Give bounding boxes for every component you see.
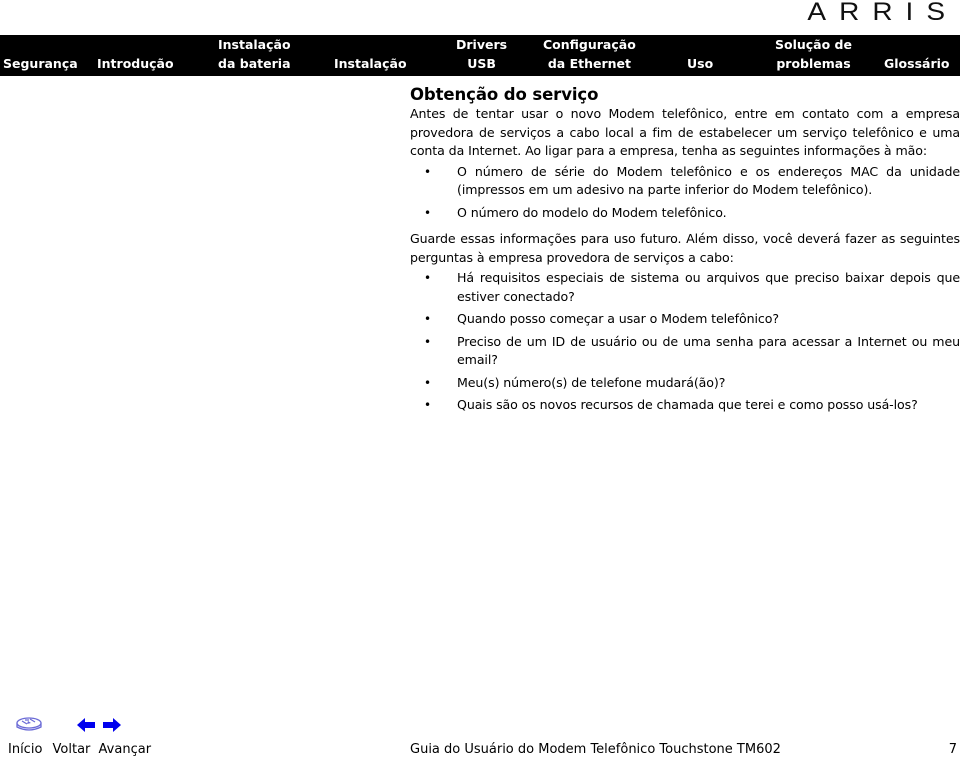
- document-title: Guia do Usuário do Modem Telefônico Touc…: [410, 742, 781, 757]
- info-list: • O número de série do Modem telefônico …: [410, 163, 960, 223]
- nav-item-line1: Solução de: [775, 37, 852, 52]
- nav-item-drivers-usb[interactable]: Drivers USB: [456, 35, 507, 73]
- bullet-icon: •: [424, 312, 431, 326]
- nav-item-line2: Segurança: [3, 56, 78, 71]
- list-item: • Há requisitos especiais de sistema ou …: [410, 269, 960, 306]
- nav-item-line1: [687, 35, 713, 54]
- nav-item-line2: Glossário: [884, 56, 950, 71]
- nav-item-glossario[interactable]: Glossário: [884, 35, 950, 73]
- nav-item-line2: Introdução: [97, 56, 174, 71]
- arrow-left-icon[interactable]: [77, 718, 95, 732]
- nav-item-seguranca[interactable]: Segurança: [3, 35, 78, 73]
- section-title: Obtenção do serviço: [410, 85, 599, 104]
- questions-intro-paragraph: Guarde essas informações para uso futuro…: [410, 231, 960, 265]
- bullet-icon: •: [424, 398, 431, 412]
- bullet-icon: •: [424, 205, 431, 220]
- forward-link[interactable]: Avançar: [99, 742, 152, 757]
- nav-item-line2: problemas: [776, 56, 851, 71]
- list-item-text: O número de série do Modem telefônico e …: [457, 163, 960, 198]
- arrow-right-icon[interactable]: [103, 718, 121, 732]
- nav-item-line1: [884, 35, 950, 54]
- list-item-text: Meu(s) número(s) de telefone mudará(ão)?: [457, 374, 726, 390]
- list-item-text: O número do modelo do Modem telefônico.: [457, 204, 727, 220]
- bullet-icon: •: [424, 334, 431, 349]
- nav-item-line1: Configuração: [543, 37, 636, 52]
- list-item: • O número do modelo do Modem telefônico…: [410, 204, 960, 223]
- nav-item-configuracao-ethernet[interactable]: Configuração da Ethernet: [543, 35, 636, 73]
- bullet-icon: •: [424, 164, 431, 179]
- nav-item-line1: [334, 35, 407, 54]
- list-item-text: Há requisitos especiais de sistema ou ar…: [457, 270, 960, 304]
- nav-item-instalacao-bateria[interactable]: Instalação da bateria: [218, 35, 291, 73]
- home-icon[interactable]: [15, 716, 43, 734]
- bullet-icon: •: [424, 271, 431, 285]
- nav-item-introducao[interactable]: Introdução: [97, 35, 174, 73]
- footer-links: Início Voltar Avançar: [8, 741, 157, 758]
- nav-item-line2: Uso: [687, 56, 714, 71]
- page-number: 7: [948, 742, 957, 757]
- nav-item-line1: [97, 35, 174, 54]
- nav-item-line1: [3, 35, 78, 54]
- bullet-icon: •: [424, 375, 431, 390]
- list-item-text: Preciso de um ID de usuário ou de uma se…: [457, 333, 960, 368]
- list-item: • O número de série do Modem telefônico …: [410, 163, 960, 200]
- list-item-text: Quando posso começar a usar o Modem tele…: [457, 311, 779, 326]
- list-item: • Quando posso começar a usar o Modem te…: [410, 310, 960, 329]
- nav-item-uso[interactable]: Uso: [687, 35, 713, 73]
- nav-item-line1: Instalação: [218, 37, 291, 52]
- intro-paragraph: Antes de tentar usar o novo Modem telefô…: [410, 106, 960, 158]
- nav-item-solucao-problemas[interactable]: Solução de problemas: [775, 35, 852, 73]
- footer-nav-icons: [0, 716, 140, 736]
- nav-bar: Segurança Introdução Instalação da bater…: [0, 35, 960, 76]
- nav-item-instalacao[interactable]: Instalação: [334, 35, 407, 73]
- back-link[interactable]: Voltar: [53, 742, 91, 757]
- nav-item-line2: da Ethernet: [547, 56, 631, 71]
- list-item: • Preciso de um ID de usuário ou de uma …: [410, 333, 960, 370]
- nav-item-line2: da bateria: [218, 56, 291, 71]
- questions-list: • Há requisitos especiais de sistema ou …: [410, 269, 960, 415]
- list-item: • Meu(s) número(s) de telefone mudará(ão…: [410, 374, 960, 393]
- nav-item-line2: Instalação: [334, 56, 407, 71]
- home-link[interactable]: Início: [8, 742, 42, 757]
- arris-logo: ARRIS: [807, 0, 958, 26]
- list-item: • Quais são os novos recursos de chamada…: [410, 396, 960, 415]
- nav-item-line1: Drivers: [456, 37, 508, 52]
- main-content: Obtenção do serviço Antes de tentar usar…: [410, 86, 960, 419]
- nav-item-line2: USB: [467, 56, 496, 71]
- list-item-text: Quais são os novos recursos de chamada q…: [457, 397, 918, 412]
